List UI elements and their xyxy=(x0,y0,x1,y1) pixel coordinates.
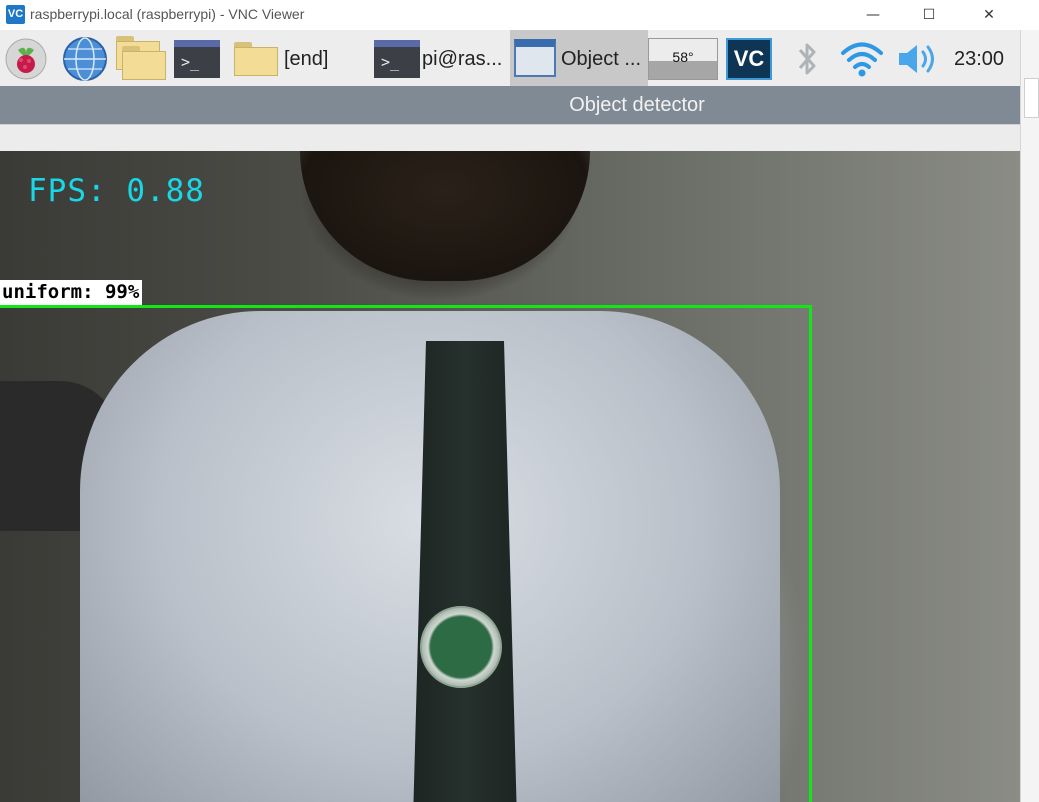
terminal-icon: >_ xyxy=(174,40,220,78)
host-desktop-edge-top xyxy=(1020,0,1039,30)
terminal-icon: >_ xyxy=(374,40,420,78)
taskbar-terminal[interactable]: >_ xyxy=(170,30,226,86)
detection-bounding-box xyxy=(0,305,812,802)
taskbar-window-object-detector[interactable]: Object ... xyxy=(510,30,648,86)
taskbar-window-label: pi@ras... xyxy=(422,48,503,70)
window-title: raspberrypi.local (raspberrypi) - VNC Vi… xyxy=(30,6,305,22)
vnc-app-icon: VC xyxy=(6,5,25,24)
taskbar-window-label: [end] xyxy=(284,48,329,70)
window-icon xyxy=(514,39,556,77)
person-face xyxy=(300,151,590,281)
app-toolbar-strip xyxy=(0,124,1020,151)
taskbar-file-manager[interactable] xyxy=(114,30,168,86)
fps-counter: FPS: 0.88 xyxy=(28,173,205,209)
vnc-tray-icon[interactable]: VC xyxy=(726,38,772,80)
taskbar-web-browser[interactable] xyxy=(58,30,112,86)
host-dropdown-edge[interactable] xyxy=(1024,78,1039,118)
host-desktop-edge xyxy=(1020,0,1039,802)
volume-icon[interactable] xyxy=(896,42,940,76)
cpu-monitor[interactable]: 58° xyxy=(648,30,720,86)
camera-feed: FPS: 0.88 uniform: 99% xyxy=(0,151,1020,802)
maximize-button[interactable]: ☐ xyxy=(906,2,952,28)
cpu-graph: 58° xyxy=(648,38,718,80)
raspberry-menu-icon xyxy=(5,38,47,80)
folder-icon xyxy=(234,42,278,76)
file-manager-folders-icon xyxy=(116,36,168,82)
detection-label: uniform: 99% xyxy=(0,280,143,305)
minimize-button[interactable]: — xyxy=(850,2,896,28)
clock[interactable]: 23:00 xyxy=(954,48,1004,71)
taskbar-window-end-folder[interactable]: [end] xyxy=(230,30,370,86)
wifi-icon[interactable] xyxy=(840,38,884,78)
cpu-temperature: 58° xyxy=(672,49,694,65)
app-titlebar[interactable]: Object detector xyxy=(0,86,1020,124)
close-button[interactable]: ✕ xyxy=(966,2,1012,28)
taskbar-window-label: Object ... xyxy=(561,48,642,70)
web-browser-globe-icon xyxy=(63,37,107,81)
bluetooth-icon[interactable] xyxy=(794,40,820,78)
raspberry-menu-button[interactable] xyxy=(0,30,52,86)
app-title: Object detector xyxy=(569,94,705,116)
raspberry-pi-taskbar: >_ [end] >_ pi@ras... Object ... 58° VC xyxy=(0,30,1020,86)
taskbar-window-terminal[interactable]: >_ pi@ras... xyxy=(370,30,510,86)
